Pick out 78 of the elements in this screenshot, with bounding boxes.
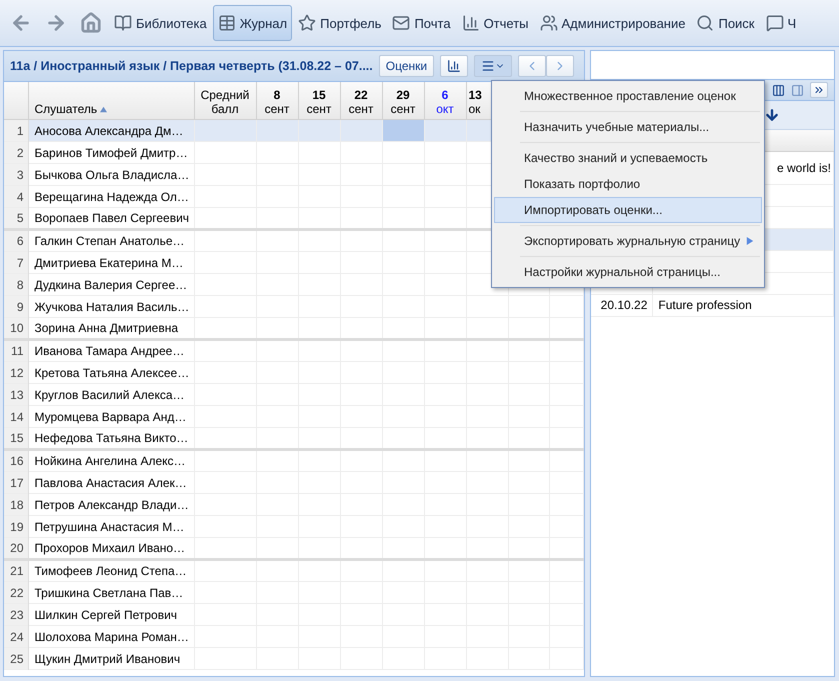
bar-chart-icon	[447, 59, 462, 73]
menu-item[interactable]: Показать портфолио	[494, 171, 762, 197]
toolbar-tab[interactable]: Поиск	[691, 5, 760, 41]
row-number: 8	[4, 274, 28, 296]
row-number: 9	[4, 296, 28, 318]
row-number: 21	[4, 560, 28, 582]
student-name[interactable]: Прохоров Михаил Ивано…	[28, 538, 194, 560]
row-number: 20	[4, 538, 28, 560]
submenu-arrow-icon	[746, 237, 754, 245]
row-number: 15	[4, 428, 28, 450]
row-number: 14	[4, 406, 28, 428]
toolbar-tab[interactable]: Портфель	[293, 5, 386, 41]
row-number: 3	[4, 164, 28, 186]
row-number: 1	[4, 120, 28, 142]
row-number: 4	[4, 186, 28, 208]
search-icon	[696, 14, 714, 32]
menu-item[interactable]: Настройки журнальной страницы...	[494, 259, 762, 285]
double-chevron-icon	[813, 84, 825, 96]
student-name[interactable]: Зорина Анна Дмитриевна	[28, 318, 194, 340]
columns-icon[interactable]	[772, 84, 785, 96]
house-icon	[80, 12, 102, 34]
envelope-icon	[392, 14, 410, 32]
book-icon	[114, 14, 132, 32]
menu-icon	[481, 59, 496, 73]
row-number: 2	[4, 142, 28, 164]
student-name[interactable]: Щукин Дмитрий Иванович	[28, 648, 194, 670]
toolbar-tab[interactable]: Журнал	[212, 5, 292, 41]
date-cell: 20.10.22	[600, 298, 648, 312]
toolbar-tab[interactable]: Ч	[760, 5, 802, 41]
date-column-header: 22 сент	[340, 82, 382, 120]
row-number: 17	[4, 472, 28, 494]
journal-title: 11а / Иностранный язык / Первая четверть (31.08.22 – 07....	[10, 59, 373, 73]
next-button[interactable]	[546, 55, 574, 77]
toolbar-tab[interactable]: Отчеты	[456, 5, 534, 41]
row-number: 11	[4, 340, 28, 362]
previous-button[interactable]	[518, 55, 546, 77]
row-number: 18	[4, 494, 28, 516]
row-number: 13	[4, 384, 28, 406]
expand-button[interactable]	[810, 82, 828, 98]
menu-item[interactable]: Экспортировать журнальную страницу	[494, 228, 762, 254]
menu-button[interactable]	[474, 55, 512, 77]
speech-bubble-icon	[766, 14, 784, 32]
toolbar-tab[interactable]: Почта	[387, 5, 456, 41]
column-header: Средний балл	[200, 88, 250, 116]
row-number: 12	[4, 362, 28, 384]
row-number: 7	[4, 252, 28, 274]
chart-button[interactable]	[440, 55, 468, 77]
row-number: 23	[4, 604, 28, 626]
right-arrow-icon	[45, 12, 67, 34]
date-column-header: 6 окт	[424, 82, 466, 120]
row-number: 19	[4, 516, 28, 538]
student-name[interactable]: Воропаев Павел Сергеевич	[28, 208, 194, 230]
table-icon	[218, 14, 236, 32]
date-column-header: 15 сент	[298, 82, 340, 120]
date-column-header: 8 сент	[256, 82, 298, 120]
toolbar-tab[interactable]: Администрирование	[534, 5, 690, 41]
grades-button[interactable]: Оценки	[378, 55, 434, 77]
toolbar-tab[interactable]: Библиотека	[109, 5, 212, 41]
menu-item[interactable]: Качество знаний и успеваемость	[494, 145, 762, 171]
row-number: 5	[4, 208, 28, 230]
date-column-header: 29 сент	[382, 82, 424, 120]
sort-icon	[100, 106, 108, 114]
star-icon	[298, 14, 316, 32]
row-number: 6	[4, 230, 28, 252]
users-icon	[540, 14, 558, 32]
row-number: 22	[4, 582, 28, 604]
topic-cell: Future profession	[658, 298, 752, 312]
arrow-down-icon[interactable]	[764, 107, 780, 123]
bar-chart-icon	[462, 14, 480, 32]
menu-item[interactable]: Импортировать оценки...	[494, 197, 762, 223]
column-header[interactable]: Слушатель	[34, 102, 108, 116]
row-number: 24	[4, 626, 28, 648]
panel-icon[interactable]	[791, 84, 804, 96]
row-number: 16	[4, 450, 28, 472]
row-number: 10	[4, 318, 28, 340]
student-name[interactable]: Нефедова Татьяна Викто…	[28, 428, 194, 450]
row-number: 25	[4, 648, 28, 670]
topic-cell: e world is!	[776, 160, 831, 175]
